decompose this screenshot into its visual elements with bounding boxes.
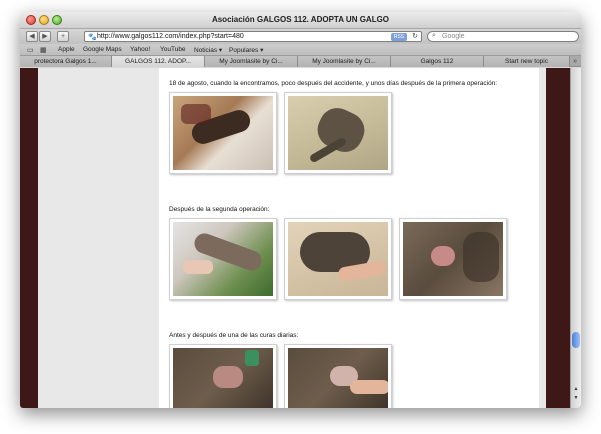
address-bar[interactable]: 🐾 http://www.galgos112.com/index.php?sta… xyxy=(84,31,422,42)
bookmark-apple[interactable]: Apple xyxy=(58,46,75,53)
caption-daily-care: Antes y después de una de las curas diar… xyxy=(169,332,299,339)
search-icon: ⌕ xyxy=(432,32,436,39)
rss-button[interactable]: RSS xyxy=(391,33,407,41)
tab-joomlasite-2[interactable]: My Joomlasite by Ci... xyxy=(298,56,391,67)
tab-protectora[interactable]: protectora Galgos 1... xyxy=(20,56,112,67)
vertical-scrollbar[interactable]: ▲ ▼ xyxy=(570,68,581,408)
photo-dog-on-blanket[interactable] xyxy=(169,92,277,174)
bookmarks-bar: ▭ ▦ Apple Google Maps Yahoo! YouTube Not… xyxy=(20,44,581,56)
address-url: http://www.galgos112.com/index.php?start… xyxy=(97,33,244,40)
photo-before-care[interactable] xyxy=(169,344,277,408)
photo-after-care[interactable] xyxy=(284,344,392,408)
favicon-icon: 🐾 xyxy=(88,34,97,41)
plus-icon: + xyxy=(60,33,66,40)
bookmark-youtube[interactable]: YouTube xyxy=(160,46,186,53)
browser-toolbar: ◀ ▶ + 🐾 http://www.galgos112.com/index.p… xyxy=(20,29,581,44)
tab-joomlasite-1[interactable]: My Joomlasite by Ci... xyxy=(205,56,298,67)
forward-button[interactable]: ▶ xyxy=(39,31,51,42)
window-title: Asociación GALGOS 112. ADOPTA UN GALGO xyxy=(211,15,390,24)
bookmark-noticias[interactable]: Noticias ▾ xyxy=(194,46,222,54)
photo-leg-bandage[interactable] xyxy=(169,218,277,300)
scrollbar-thumb[interactable] xyxy=(572,332,580,348)
book-icon[interactable]: ▭ xyxy=(27,46,34,54)
search-placeholder: Google xyxy=(442,33,465,40)
browser-window: Asociación GALGOS 112. ADOPTA UN GALGO ◀… xyxy=(20,12,581,408)
article-content: 18 de agosto, cuando la encontramos, poc… xyxy=(159,68,539,408)
tab-bar: protectora Galgos 1... GALGOS 112. ADOP.… xyxy=(20,56,581,67)
caption-first-photos: 18 de agosto, cuando la encontramos, poc… xyxy=(169,80,498,87)
tab-galgos-adopta[interactable]: GALGOS 112. ADOP... xyxy=(112,56,205,67)
bookmark-yahoo[interactable]: Yahoo! xyxy=(130,46,150,53)
back-button[interactable]: ◀ xyxy=(26,31,38,42)
title-bar: Asociación GALGOS 112. ADOPTA UN GALGO xyxy=(20,12,581,29)
add-bookmark-button[interactable]: + xyxy=(57,31,69,42)
photo-wound-closeup[interactable] xyxy=(399,218,507,300)
grid-icon[interactable]: ▦ xyxy=(40,46,47,54)
caption-second-operation: Después de la segunda operación: xyxy=(169,206,270,213)
back-arrow-icon: ◀ xyxy=(29,33,35,40)
search-field[interactable]: ⌕ Google xyxy=(427,31,579,42)
bookmark-populares[interactable]: Populares ▾ xyxy=(229,46,263,54)
bookmark-google-maps[interactable]: Google Maps xyxy=(83,46,122,53)
reload-icon[interactable]: ↻ xyxy=(412,32,418,40)
scroll-up-arrow-icon[interactable]: ▲ xyxy=(572,386,580,392)
scroll-down-arrow-icon[interactable]: ▼ xyxy=(572,395,580,401)
photo-hand-on-dog[interactable] xyxy=(284,218,392,300)
forward-arrow-icon: ▶ xyxy=(42,33,48,40)
page-viewport: 18 de agosto, cuando la encontramos, poc… xyxy=(20,68,581,408)
tab-galgos-112[interactable]: Galgos 112 xyxy=(391,56,484,67)
tab-start-new-topic[interactable]: Start new topic xyxy=(484,56,570,67)
photo-dog-on-floor[interactable] xyxy=(284,92,392,174)
new-tab-icon[interactable]: » xyxy=(573,56,577,67)
